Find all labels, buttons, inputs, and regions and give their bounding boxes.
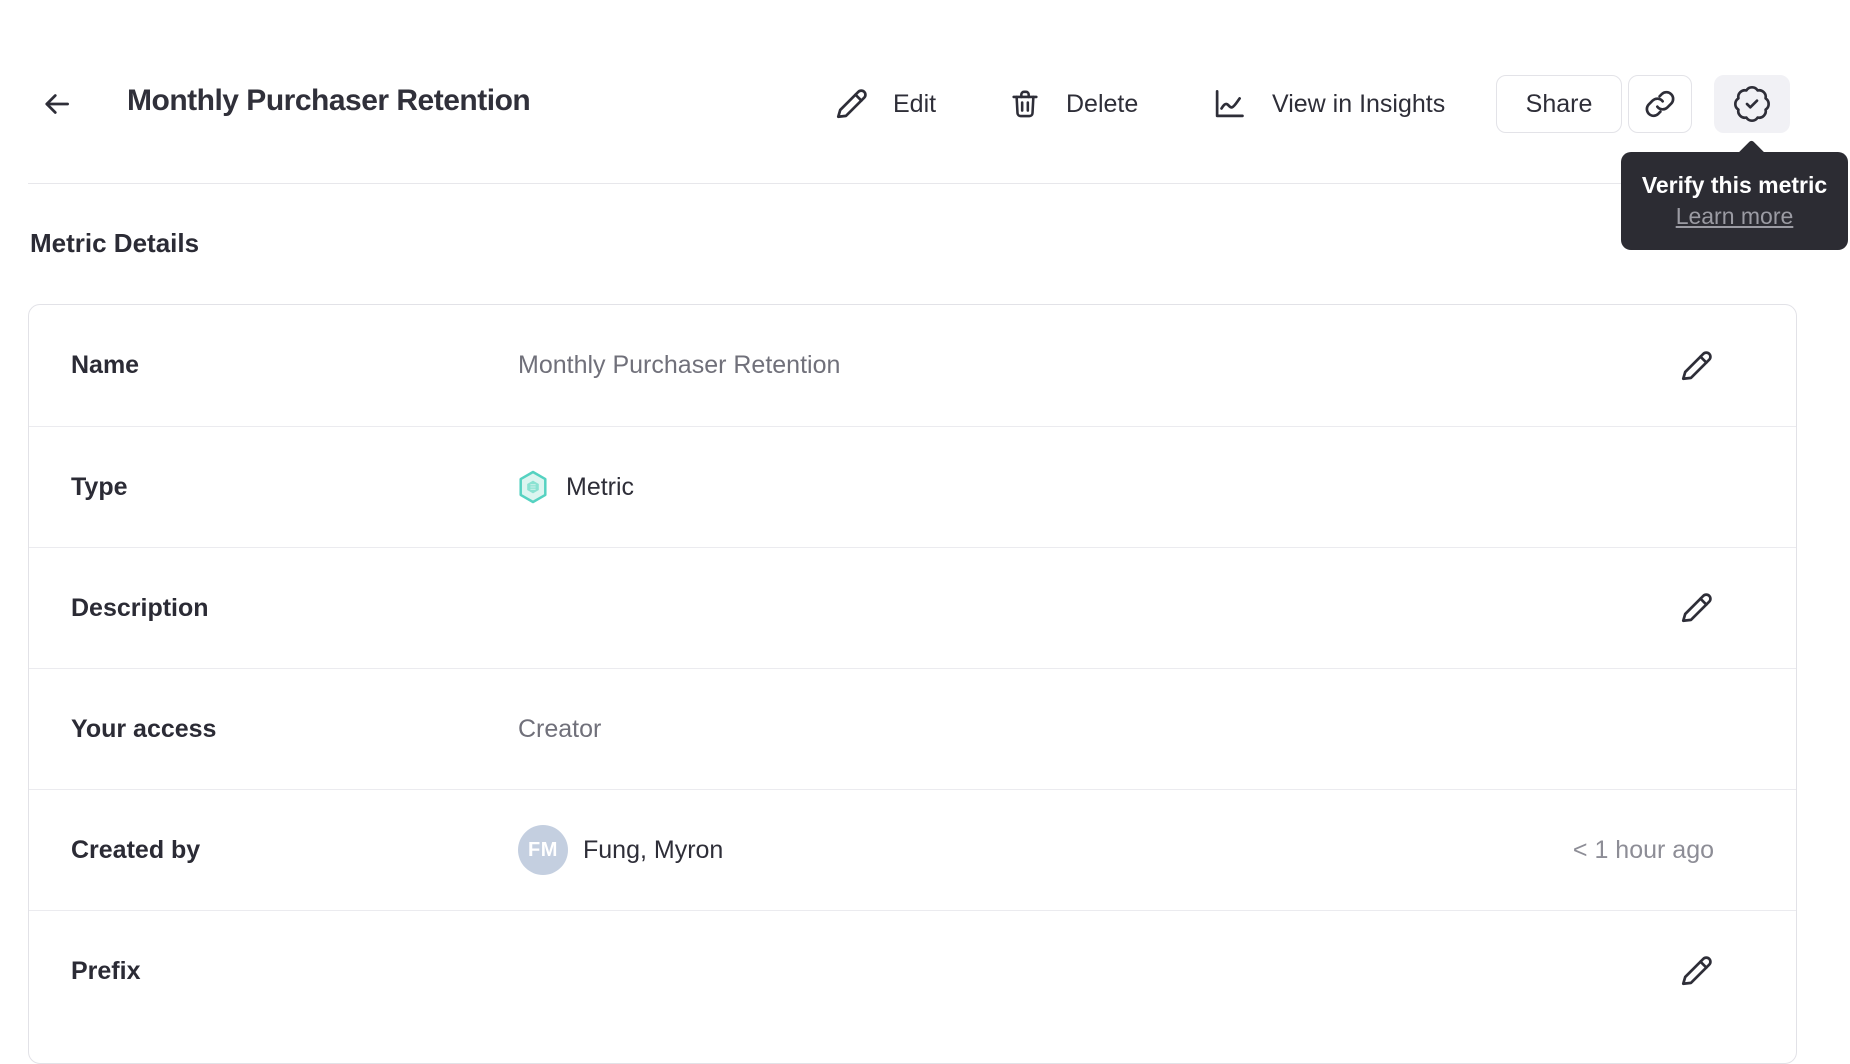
creator-name: Fung, Myron — [583, 835, 724, 864]
detail-row-prefix: Prefix — [29, 910, 1796, 1031]
edit-label: Edit — [893, 89, 937, 118]
arrow-left-icon — [45, 94, 69, 114]
verified-badge-icon — [1734, 86, 1770, 122]
pencil-icon — [1681, 350, 1712, 380]
row-value: Monthly Purchaser Retention — [518, 351, 841, 379]
pencil-icon — [836, 89, 867, 119]
edit-description-button[interactable] — [1678, 590, 1714, 626]
delete-label: Delete — [1066, 89, 1139, 118]
header: Monthly Purchaser Retention Edit Delete … — [0, 0, 1850, 250]
verify-tooltip: Verify this metric Learn more — [1621, 139, 1848, 250]
row-label: Prefix — [71, 956, 141, 985]
type-value: Metric — [566, 472, 635, 501]
row-label: Type — [71, 472, 128, 501]
avatar: FM — [518, 825, 568, 875]
row-value: Creator — [518, 714, 602, 743]
tooltip-arrow — [1736, 139, 1767, 170]
edit-name-button[interactable] — [1678, 348, 1714, 384]
row-label: Created by — [71, 835, 201, 864]
row-label: Description — [71, 593, 209, 622]
learn-more-link[interactable]: Learn more — [1676, 203, 1794, 230]
created-timestamp: < 1 hour ago — [1572, 835, 1714, 864]
trash-icon — [1012, 90, 1038, 118]
edit-button[interactable]: Edit — [833, 82, 936, 126]
line-chart-icon — [1215, 89, 1244, 118]
view-in-insights-label: View in Insights — [1272, 89, 1446, 118]
detail-row-description: Description — [29, 547, 1796, 668]
metric-hexagon-icon — [519, 470, 547, 504]
row-label: Name — [71, 351, 140, 379]
view-in-insights-button[interactable]: View in Insights — [1210, 82, 1445, 126]
detail-row-your-access: Your access Creator — [29, 668, 1796, 789]
detail-row-type: Type Metric — [29, 426, 1796, 547]
detail-row-name: Name Monthly Purchaser Retention — [29, 305, 1796, 426]
pencil-icon — [1681, 956, 1712, 986]
pencil-icon — [1681, 593, 1712, 623]
header-divider — [28, 183, 1822, 184]
page-title: Monthly Purchaser Retention — [127, 84, 531, 117]
delete-button[interactable]: Delete — [1008, 82, 1138, 126]
detail-row-created-by: Created by FM Fung, Myron < 1 hour ago — [29, 789, 1796, 910]
back-button[interactable] — [40, 84, 84, 124]
edit-prefix-button[interactable] — [1678, 953, 1714, 989]
copy-link-button[interactable] — [1628, 75, 1692, 133]
row-label: Your access — [71, 714, 217, 743]
verify-button[interactable] — [1714, 75, 1790, 133]
tooltip-title: Verify this metric — [1641, 172, 1828, 198]
link-icon — [1645, 90, 1675, 118]
metric-details-card: Name Monthly Purchaser Retention Type Me… — [28, 304, 1797, 1064]
share-button[interactable]: Share — [1496, 75, 1622, 133]
section-heading: Metric Details — [30, 228, 200, 258]
